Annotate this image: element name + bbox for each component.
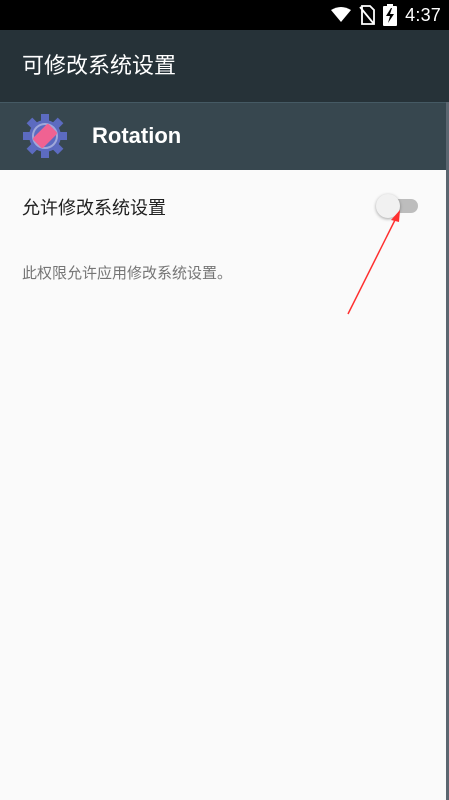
status-time: 4:37 <box>405 4 441 25</box>
allow-modify-settings-row[interactable]: 允许修改系统设置 <box>0 170 449 242</box>
wifi-icon <box>331 7 352 23</box>
settings-content: 允许修改系统设置 此权限允许应用修改系统设置。 <box>0 170 449 800</box>
status-bar: 4:37 <box>0 0 449 30</box>
rotation-app-icon <box>22 113 68 159</box>
setting-label: 允许修改系统设置 <box>22 198 166 219</box>
setting-description: 此权限允许应用修改系统设置。 <box>22 264 233 282</box>
toggle-thumb <box>376 194 400 218</box>
no-sim-icon <box>359 5 376 25</box>
status-icons: 4:37 <box>331 0 441 30</box>
battery-charging-icon <box>383 4 398 26</box>
app-name: Rotation <box>92 123 182 148</box>
app-info-header: Rotation <box>0 102 449 170</box>
page-title: 可修改系统设置 <box>22 54 177 79</box>
allow-modify-settings-toggle[interactable] <box>376 194 420 218</box>
app-bar: 可修改系统设置 <box>0 30 449 102</box>
